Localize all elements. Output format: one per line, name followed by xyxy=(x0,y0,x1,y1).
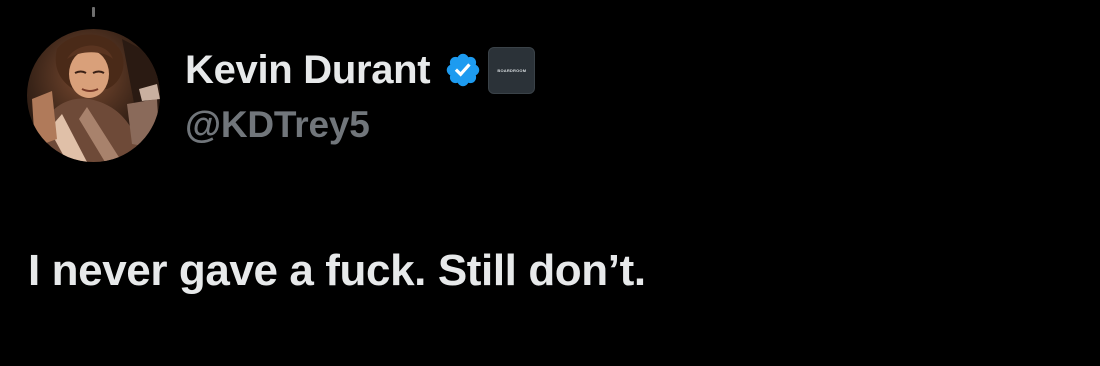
author-name-row: Kevin Durant BOARDROOM xyxy=(185,44,536,96)
author-handle[interactable]: @KDTrey5 xyxy=(185,102,370,148)
tweet-text: I never gave a fuck. Still don’t. xyxy=(28,246,646,295)
author-display-name[interactable]: Kevin Durant xyxy=(185,44,431,96)
affiliate-badge-boardroom[interactable]: BOARDROOM xyxy=(488,46,536,94)
affiliate-label: BOARDROOM xyxy=(497,67,527,73)
verified-badge-icon[interactable] xyxy=(444,51,482,89)
profile-avatar[interactable] xyxy=(27,29,160,162)
avatar-image xyxy=(27,29,160,162)
thread-line xyxy=(92,7,95,17)
